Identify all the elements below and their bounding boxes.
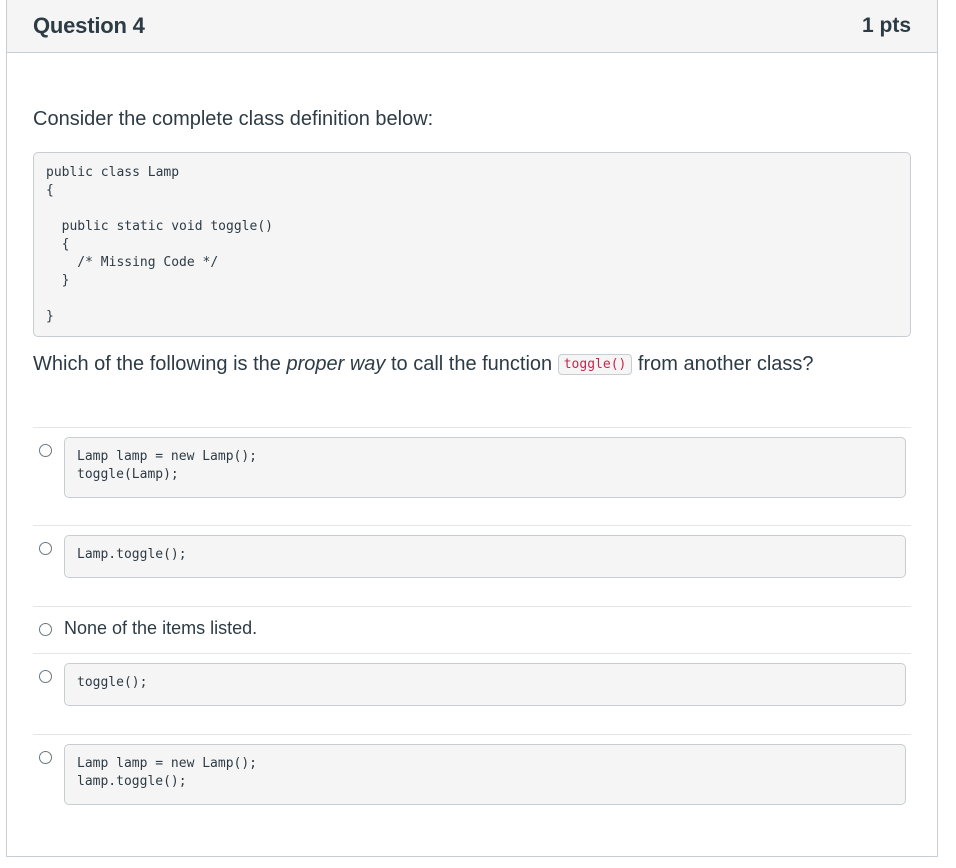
answer-radio-button[interactable] <box>39 444 52 457</box>
prompt-text-end: from another class? <box>632 353 814 375</box>
answer-radio-button[interactable] <box>39 623 52 636</box>
answer-code: Lamp.toggle(); <box>64 535 906 578</box>
answer-radio-button[interactable] <box>39 751 52 764</box>
answer-code: Lamp lamp = new Lamp(); toggle(Lamp); <box>64 437 906 498</box>
class-code-block: public class Lamp { public static void t… <box>33 152 911 337</box>
answer-option[interactable]: None of the items listed. <box>33 606 911 653</box>
prompt-inline-code: toggle() <box>557 354 633 375</box>
prompt-text-start: Which of the following is the <box>33 353 287 375</box>
question-title: Question 4 <box>33 13 145 38</box>
question-header: Question 4 1 pts <box>7 0 937 53</box>
quiz-question: Question 4 1 pts Consider the complete c… <box>6 0 938 857</box>
answer-radio-button[interactable] <box>39 670 52 683</box>
answer-text: None of the items listed. <box>64 618 258 638</box>
answer-radio-button[interactable] <box>39 542 52 555</box>
question-intro: Consider the complete class definition b… <box>33 108 434 130</box>
answer-option[interactable]: Lamp lamp = new Lamp(); toggle(Lamp); <box>33 427 911 525</box>
answer-code: Lamp lamp = new Lamp(); lamp.toggle(); <box>64 744 906 805</box>
answer-option[interactable]: toggle(); <box>33 653 911 734</box>
question-points: 1 pts <box>861 14 911 37</box>
prompt-text-middle: to call the function <box>385 353 558 375</box>
answer-option[interactable]: Lamp.toggle(); <box>33 525 911 606</box>
answer-code: toggle(); <box>64 663 906 706</box>
answer-option[interactable]: Lamp lamp = new Lamp(); lamp.toggle(); <box>33 734 911 814</box>
question-prompt: Which of the following is the proper way… <box>33 353 814 376</box>
prompt-emphasis: proper way <box>286 353 386 375</box>
